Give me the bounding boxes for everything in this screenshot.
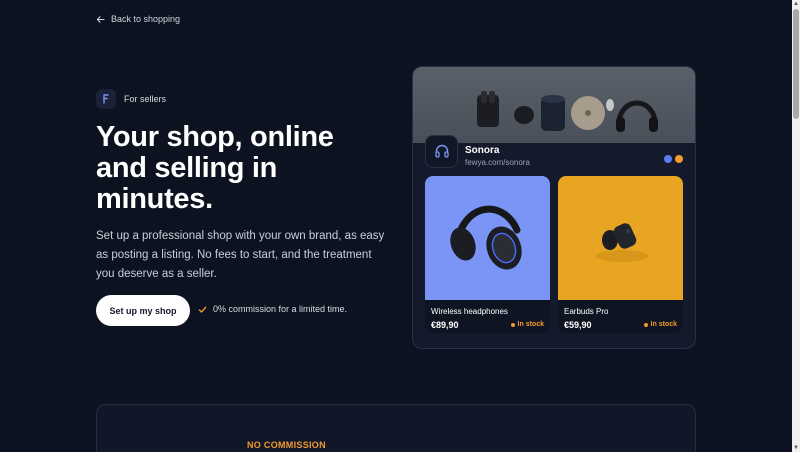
logo-f-icon: [96, 89, 116, 109]
for-sellers-badge: For sellers: [96, 89, 166, 109]
back-link-label: Back to shopping: [111, 14, 181, 24]
stock-status: In stock: [510, 321, 544, 328]
product-image: [425, 176, 550, 300]
product-card[interactable]: Earbuds Pro €59,90 In stock: [558, 176, 683, 333]
store-name: Sonora: [465, 145, 500, 156]
headphones-icon: [434, 144, 449, 158]
back-to-shopping-link[interactable]: Back to shopping: [96, 14, 180, 24]
hero-subtitle: Set up a professional shop with your own…: [96, 230, 385, 280]
no-commission-section: NO COMMISSION: [96, 404, 696, 452]
scroll-down-icon[interactable]: ▼: [793, 445, 799, 451]
store-header: Sonora fewya.com/sonora: [425, 134, 683, 168]
badge-label: For sellers: [124, 94, 167, 104]
store-url: fewya.com/sonora: [465, 158, 530, 167]
color-dot-orange: [675, 155, 683, 163]
product-image: [558, 176, 683, 300]
set-up-shop-button[interactable]: Set up my shop: [96, 295, 190, 326]
store-banner-image: [413, 67, 695, 143]
scrollbar-thumb[interactable]: [793, 9, 799, 119]
hero-title: Your shop, online and selling in minutes…: [96, 121, 334, 215]
section-eyebrow: NO COMMISSION: [247, 440, 326, 450]
scroll-up-icon[interactable]: ▲: [793, 1, 799, 7]
color-dot-blue: [664, 155, 672, 163]
color-swatches: [664, 155, 683, 163]
stock-status-label: In stock: [517, 321, 544, 328]
commission-note: 0% commission for a limited time.: [198, 304, 347, 314]
arrow-left-icon: [96, 15, 105, 23]
product-name: Wireless headphones: [431, 307, 508, 316]
checkmark-icon: [198, 306, 207, 313]
commission-note-text: 0% commission for a limited time.: [213, 304, 348, 314]
store-logo: [425, 134, 458, 168]
stock-dot-icon: [643, 322, 648, 327]
stock-status: In stock: [643, 321, 677, 328]
product-price: €89,90: [431, 320, 459, 330]
product-price: €59,90: [564, 320, 592, 330]
stock-dot-icon: [510, 322, 515, 327]
page-scrollbar[interactable]: ▲ ▼: [792, 0, 800, 452]
shop-preview-card: Sonora fewya.com/sonora Wireless headpho…: [412, 66, 696, 349]
product-name: Earbuds Pro: [564, 307, 609, 316]
stock-status-label: In stock: [650, 321, 677, 328]
product-card[interactable]: Wireless headphones €89,90 In stock: [425, 176, 550, 333]
